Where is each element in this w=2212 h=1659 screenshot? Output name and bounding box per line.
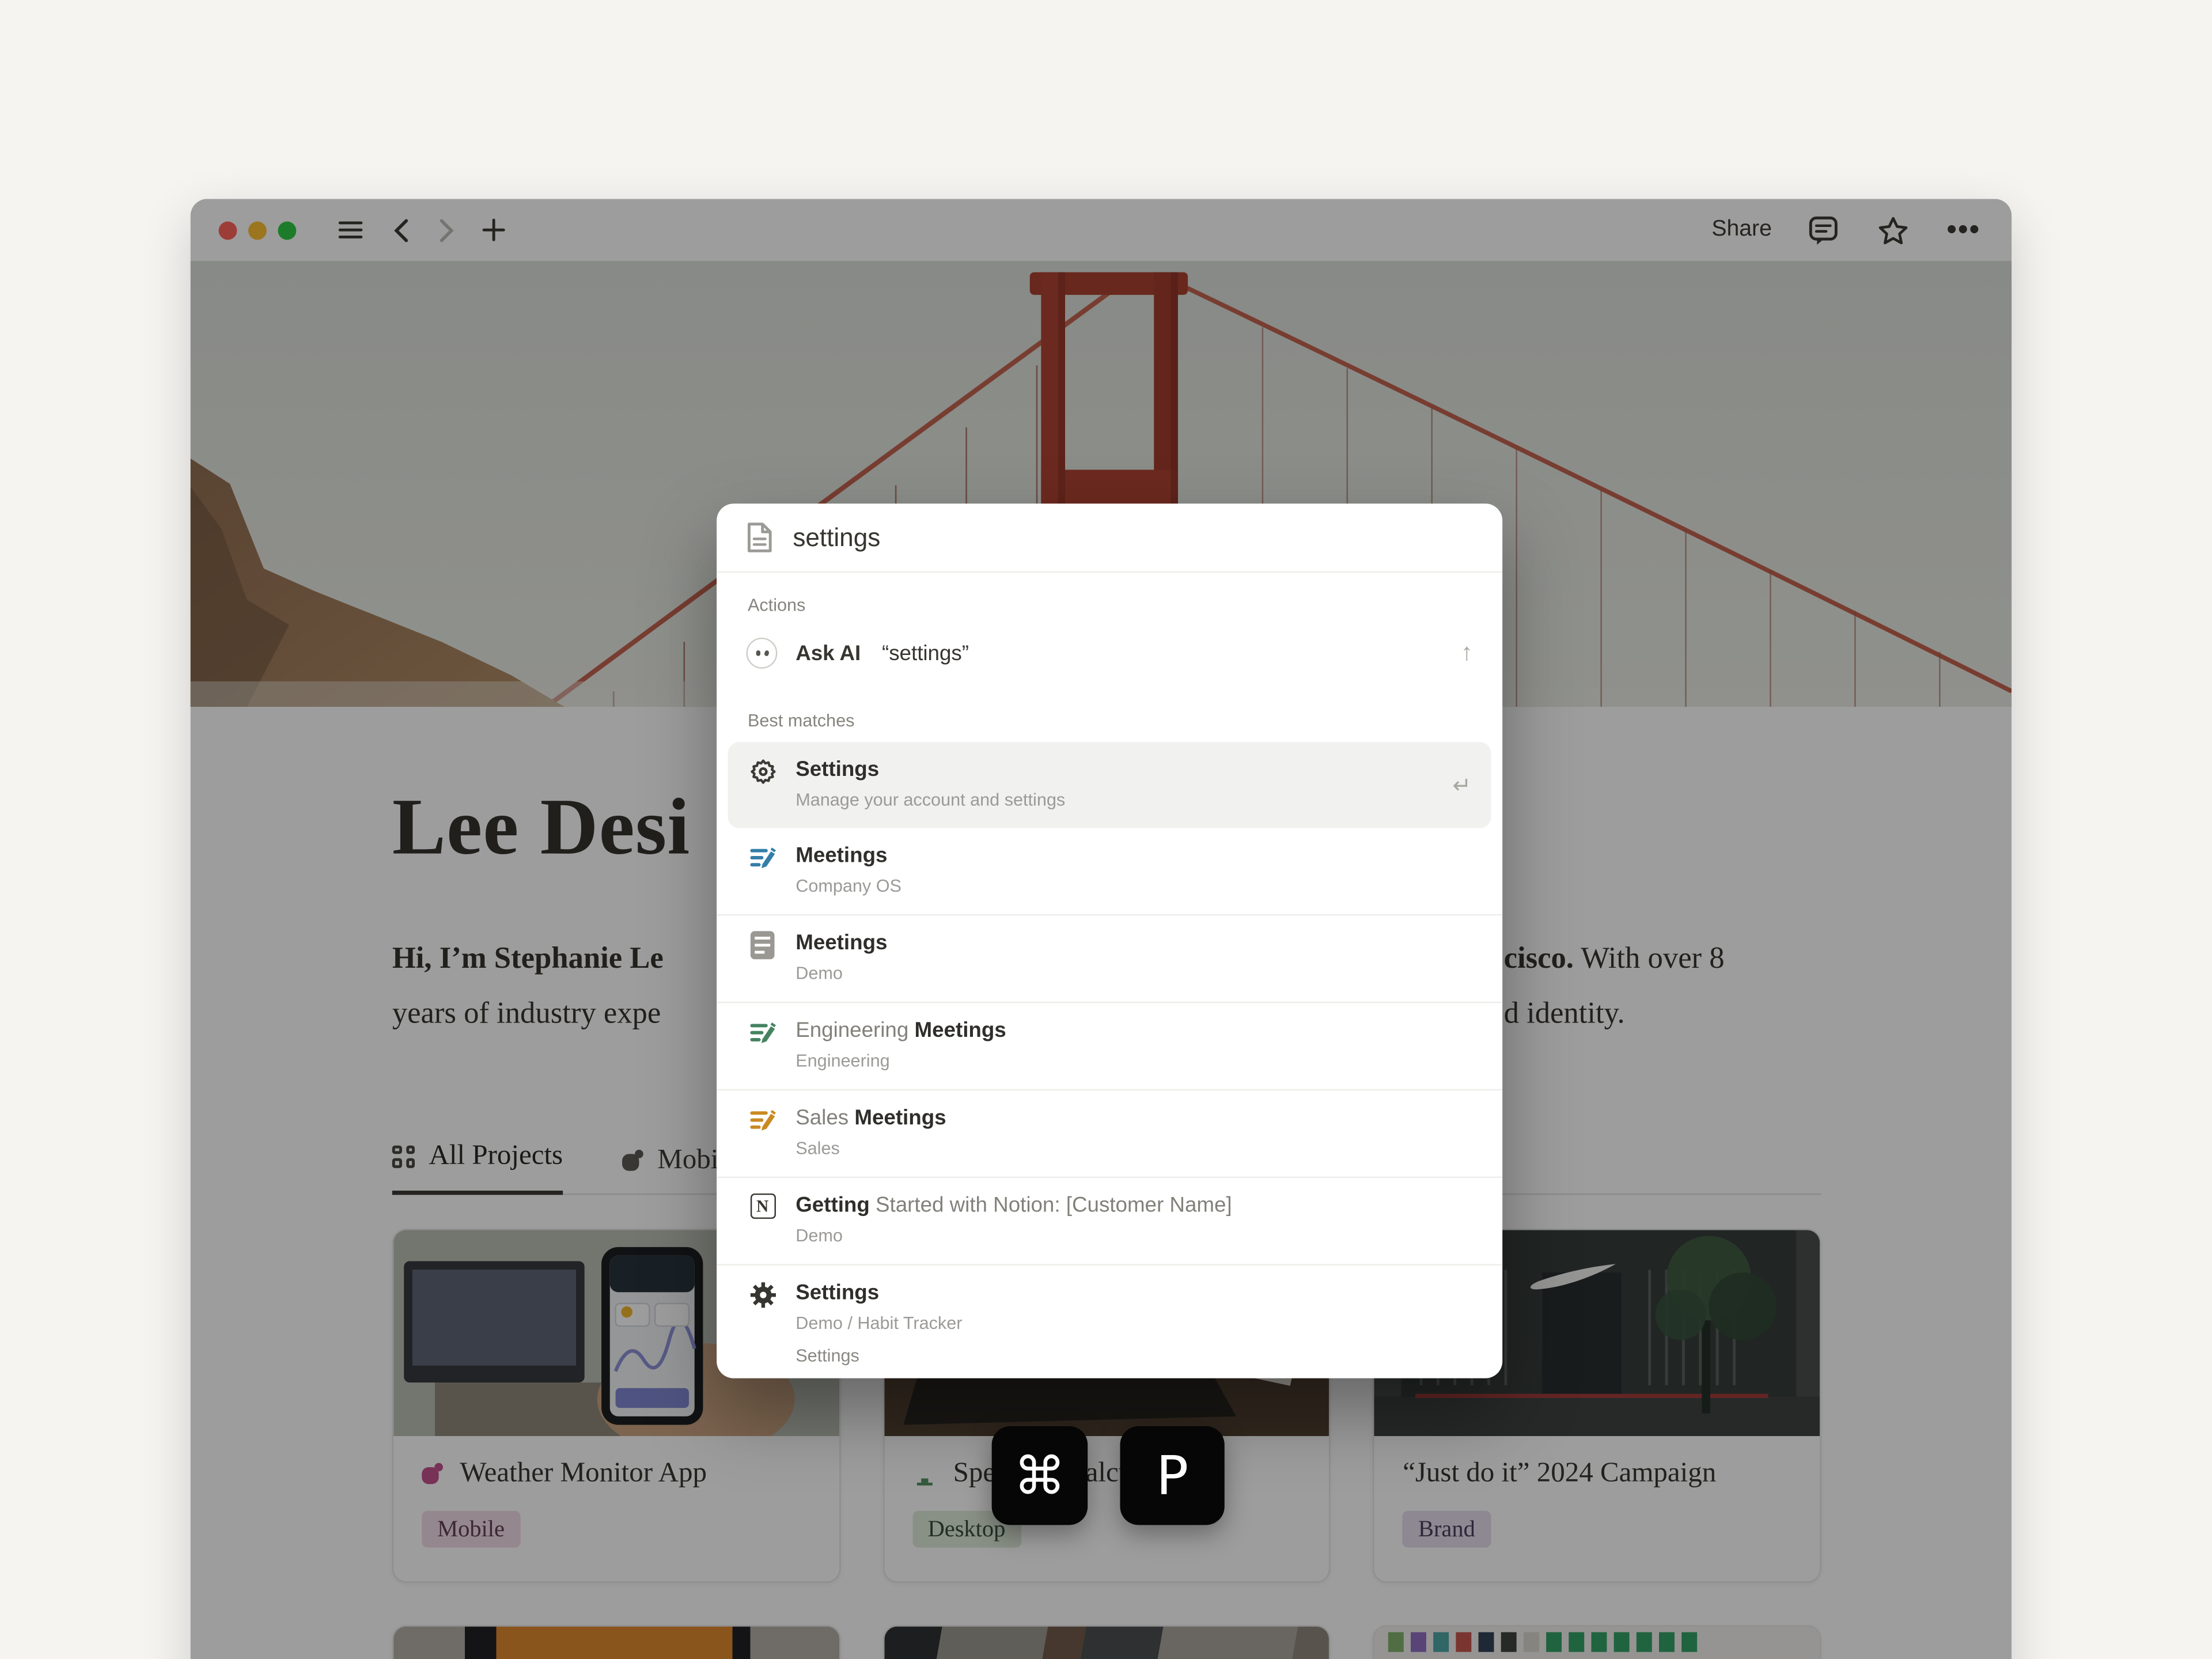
p-key: P (1120, 1426, 1224, 1525)
result-meetings-demo[interactable]: Meetings Demo (728, 915, 1491, 1001)
matching-block-snippet: Settings (796, 1343, 1471, 1370)
result-meetings-company-os[interactable]: Meetings Company OS (728, 828, 1491, 914)
quick-search-dialog: Actions Ask AI “settings” ↑ Best matches… (717, 503, 1502, 1378)
shortcut-overlay: ⌘ P (992, 1426, 1225, 1525)
meeting-notes-blue-icon (748, 843, 777, 872)
search-input[interactable] (793, 522, 1472, 552)
notion-logo-icon: N (750, 1194, 775, 1219)
best-matches-section-label: Best matches (717, 680, 1502, 742)
command-key: ⌘ (992, 1426, 1088, 1525)
result-engineering-meetings[interactable]: Engineering Meetings Engineering (728, 1003, 1491, 1089)
screen: Share ••• (0, 0, 2212, 1659)
meeting-notes-orange-icon (748, 1106, 777, 1134)
page-icon (747, 522, 774, 553)
actions-section-label: Actions (717, 573, 1502, 626)
gear-outline-icon (748, 757, 777, 786)
result-getting-started[interactable]: N Getting Started with Notion: [Customer… (728, 1178, 1491, 1264)
note-gray-icon (751, 931, 775, 959)
arrow-up-icon: ↑ (1461, 639, 1473, 667)
gear-solid-icon (748, 1281, 777, 1309)
search-row (717, 503, 1502, 571)
notion-ai-face-icon (747, 638, 778, 669)
ask-ai-action[interactable]: Ask AI “settings” ↑ (717, 626, 1502, 680)
result-sales-meetings[interactable]: Sales Meetings Sales (728, 1090, 1491, 1176)
result-settings[interactable]: Settings Manage your account and setting… (728, 742, 1491, 828)
result-settings-habit-tracker[interactable]: Settings Demo / Habit Tracker Settings (728, 1266, 1491, 1378)
meeting-notes-green-icon (748, 1018, 777, 1047)
return-key-icon: ↵ (1452, 771, 1471, 799)
